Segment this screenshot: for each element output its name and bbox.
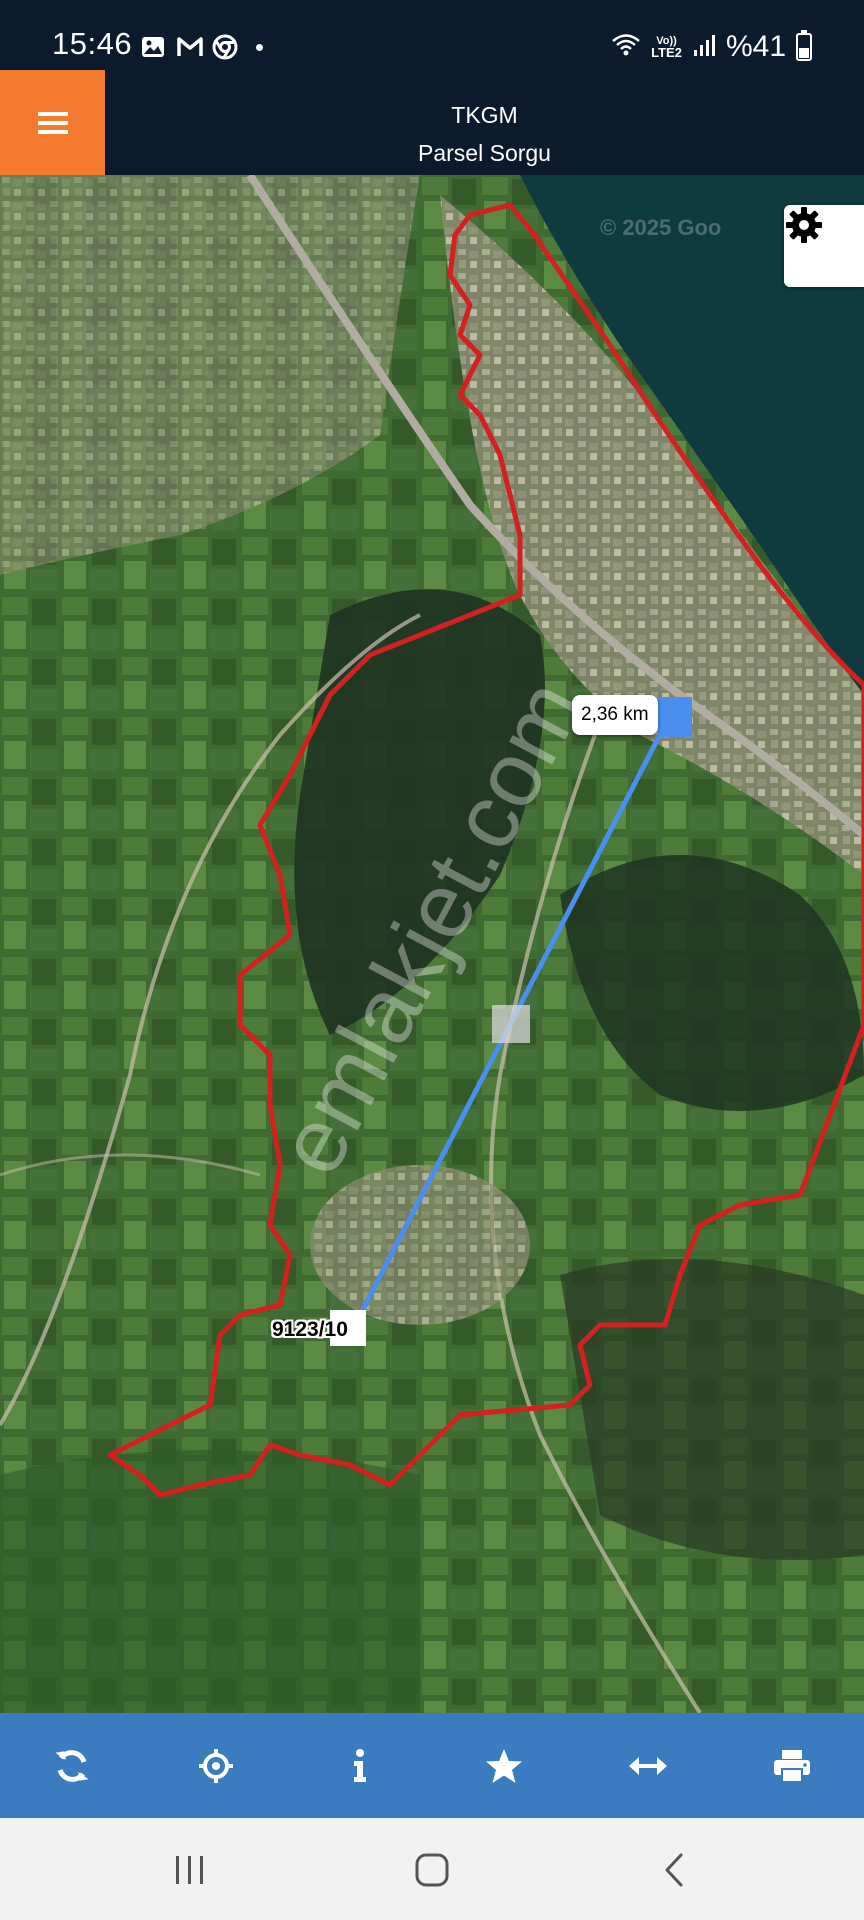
signal-icon (692, 32, 716, 63)
back-button[interactable] (644, 1848, 704, 1892)
page-title: TKGM Parsel Sorgu (105, 96, 864, 172)
satellite-map[interactable]: © 2025 Goo emlakjet.com 2,36 km 9123/10 (0, 175, 864, 1713)
gear-icon (786, 207, 822, 243)
home-icon (415, 1853, 449, 1887)
menu-button[interactable] (0, 70, 105, 175)
locate-button[interactable] (144, 1713, 288, 1818)
chrome-icon (212, 34, 238, 60)
recent-apps-icon (176, 1856, 203, 1884)
refresh-icon (55, 1749, 89, 1782)
app-subtitle: Parsel Sorgu (418, 140, 551, 166)
parcel-label[interactable]: 9123/10 (272, 1318, 348, 1342)
print-icon (774, 1749, 810, 1783)
info-button[interactable] (288, 1713, 432, 1818)
system-navigation-bar (0, 1818, 864, 1920)
settings-button[interactable] (784, 205, 864, 287)
distance-label: 2,36 km (572, 695, 658, 735)
notification-dot (256, 43, 263, 51)
bottom-toolbar (0, 1713, 864, 1818)
info-icon (354, 1748, 366, 1782)
back-icon (665, 1853, 683, 1887)
battery-icon (796, 30, 812, 61)
app-header: TKGM Parsel Sorgu (0, 70, 864, 175)
locate-icon (199, 1748, 233, 1783)
status-notification-icons (140, 34, 263, 60)
hamburger-menu-icon (37, 111, 68, 134)
recent-apps-button[interactable] (160, 1848, 220, 1892)
status-bar: 15:46 Vo)) LTE2 %41 (0, 0, 864, 70)
refresh-button[interactable] (0, 1713, 144, 1818)
gmail-icon (176, 34, 203, 60)
wifi-icon (611, 32, 641, 63)
gallery-icon (140, 34, 166, 60)
network-type: Vo)) LTE2 (651, 35, 682, 60)
star-icon (486, 1748, 522, 1783)
measure-button[interactable] (576, 1713, 720, 1818)
battery-percentage: %41 (725, 30, 786, 63)
status-system-icons: Vo)) LTE2 %41 (611, 30, 812, 64)
favorite-button[interactable] (432, 1713, 576, 1818)
map-attribution: © 2025 Goo (600, 215, 722, 240)
home-button[interactable] (402, 1848, 462, 1892)
app-name: TKGM (451, 102, 518, 128)
measure-icon (629, 1756, 667, 1775)
status-time: 15:46 (52, 26, 133, 61)
print-button[interactable] (720, 1713, 864, 1818)
